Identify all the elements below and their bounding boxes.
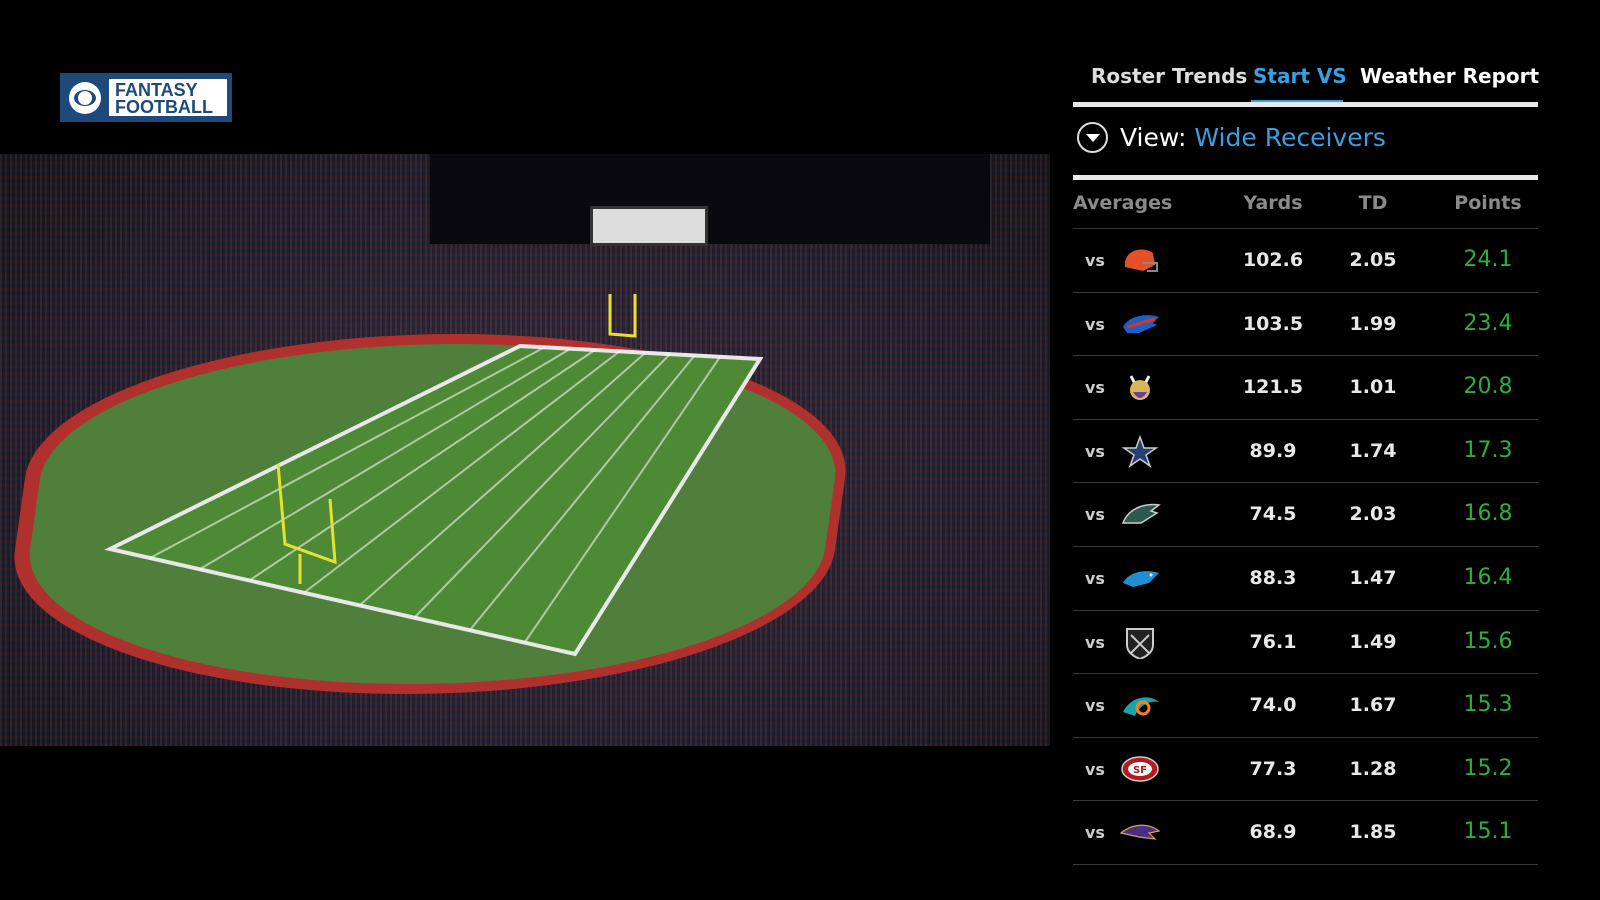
points-value: 15.6 bbox=[1463, 628, 1513, 654]
table-row[interactable]: vs 121.5 1.01 20.8 bbox=[1073, 356, 1538, 420]
ravens-logo-icon bbox=[1119, 824, 1161, 841]
eagles-logo-icon bbox=[1121, 504, 1161, 525]
football-field bbox=[104, 294, 764, 657]
table-row[interactable]: vs 76.1 1.49 15.6 bbox=[1073, 611, 1538, 675]
yards-value: 88.3 bbox=[1249, 566, 1297, 589]
td-value: 1.85 bbox=[1349, 821, 1397, 844]
points-value: 15.1 bbox=[1463, 819, 1513, 845]
view-label: View: bbox=[1120, 123, 1187, 152]
yards-value: 76.1 bbox=[1249, 630, 1297, 653]
table-row[interactable]: vs 68.9 1.85 15.1 bbox=[1073, 801, 1538, 865]
vs-label: vs bbox=[1085, 378, 1105, 398]
table-row[interactable]: vs 74.5 2.03 16.8 bbox=[1073, 483, 1538, 547]
yards-value: 77.3 bbox=[1249, 757, 1297, 780]
table-row[interactable]: vs 89.9 1.74 17.3 bbox=[1073, 420, 1538, 484]
td-value: 1.49 bbox=[1349, 630, 1397, 653]
td-value: 2.05 bbox=[1349, 249, 1397, 271]
points-value: 16.8 bbox=[1463, 501, 1513, 527]
vs-label: vs bbox=[1085, 632, 1105, 652]
header-points: Points bbox=[1454, 192, 1522, 214]
header-td: TD bbox=[1358, 192, 1388, 214]
yards-value: 74.0 bbox=[1249, 694, 1297, 717]
49ers-logo-icon: SF bbox=[1121, 756, 1159, 782]
yards-value: 121.5 bbox=[1242, 376, 1304, 399]
divider bbox=[1073, 175, 1538, 180]
vs-label: vs bbox=[1085, 568, 1105, 588]
table-row[interactable]: vs 102.6 2.05 24.1 bbox=[1073, 229, 1538, 293]
vs-label: vs bbox=[1085, 696, 1105, 716]
vs-label: vs bbox=[1085, 441, 1105, 461]
td-value: 1.47 bbox=[1349, 566, 1397, 589]
logo-text: FANTASY FOOTBALL bbox=[109, 79, 227, 116]
points-value: 15.2 bbox=[1463, 755, 1513, 781]
td-value: 2.03 bbox=[1349, 503, 1397, 526]
header-yards: Yards bbox=[1243, 192, 1303, 214]
panthers-logo-icon bbox=[1123, 571, 1159, 587]
td-value: 1.99 bbox=[1349, 312, 1397, 335]
table-row[interactable]: vs 74.0 1.67 15.3 bbox=[1073, 674, 1538, 738]
browns-logo-icon bbox=[1124, 249, 1158, 272]
table-row[interactable]: vs 103.5 1.99 23.4 bbox=[1073, 293, 1538, 357]
raiders-logo-icon bbox=[1126, 627, 1154, 659]
td-value: 1.67 bbox=[1349, 694, 1397, 717]
vs-label: vs bbox=[1085, 251, 1105, 270]
dolphins-logo-icon bbox=[1123, 697, 1159, 717]
table-row[interactable]: vs 88.3 1.47 16.4 bbox=[1073, 547, 1538, 611]
yards-value: 103.5 bbox=[1242, 312, 1304, 335]
points-value: 15.3 bbox=[1463, 692, 1513, 718]
td-value: 1.28 bbox=[1349, 757, 1397, 780]
vs-label: vs bbox=[1085, 314, 1105, 334]
tab-start-vs[interactable]: Start VS bbox=[1253, 64, 1347, 88]
header-averages: Averages bbox=[1073, 192, 1173, 214]
table-row[interactable]: vs SF 77.3 1.28 15.2 bbox=[1073, 738, 1538, 802]
points-value: 16.4 bbox=[1463, 564, 1513, 590]
yards-value: 102.6 bbox=[1242, 249, 1304, 271]
stats-table: vs 102.6 2.05 24.1 vs 103.5 1.99 23.4 vs 1… bbox=[1073, 229, 1538, 865]
cbs-fantasy-football-logo: FANTASY FOOTBALL bbox=[60, 73, 232, 122]
view-selector[interactable]: View: Wide Receivers bbox=[1077, 122, 1386, 153]
cowboys-logo-icon bbox=[1121, 434, 1159, 468]
svg-text:SF: SF bbox=[1133, 765, 1147, 776]
vikings-logo-icon bbox=[1129, 375, 1151, 401]
cbs-eye-icon bbox=[69, 81, 101, 114]
divider bbox=[1073, 102, 1538, 107]
yards-value: 74.5 bbox=[1249, 503, 1297, 526]
yards-value: 89.9 bbox=[1249, 439, 1297, 462]
td-value: 1.01 bbox=[1349, 376, 1397, 399]
tab-roster-trends[interactable]: Roster Trends bbox=[1091, 64, 1247, 88]
points-value: 24.1 bbox=[1463, 247, 1513, 272]
vs-label: vs bbox=[1085, 759, 1105, 779]
bills-logo-icon bbox=[1123, 314, 1159, 333]
points-value: 23.4 bbox=[1463, 310, 1513, 336]
tab-bar: Roster Trends Start VS Weather Report bbox=[1073, 60, 1539, 104]
vs-label: vs bbox=[1085, 505, 1105, 525]
view-value[interactable]: Wide Receivers bbox=[1194, 123, 1386, 152]
yards-value: 68.9 bbox=[1249, 821, 1297, 844]
vs-label: vs bbox=[1085, 823, 1105, 843]
table-header: Averages Yards TD Points bbox=[1073, 192, 1538, 229]
tab-weather-report[interactable]: Weather Report bbox=[1360, 64, 1539, 88]
points-value: 20.8 bbox=[1463, 374, 1513, 400]
stadium-photo bbox=[0, 154, 1050, 746]
td-value: 1.74 bbox=[1349, 439, 1397, 462]
points-value: 17.3 bbox=[1463, 437, 1513, 463]
chevron-down-circle-icon[interactable] bbox=[1077, 122, 1108, 153]
